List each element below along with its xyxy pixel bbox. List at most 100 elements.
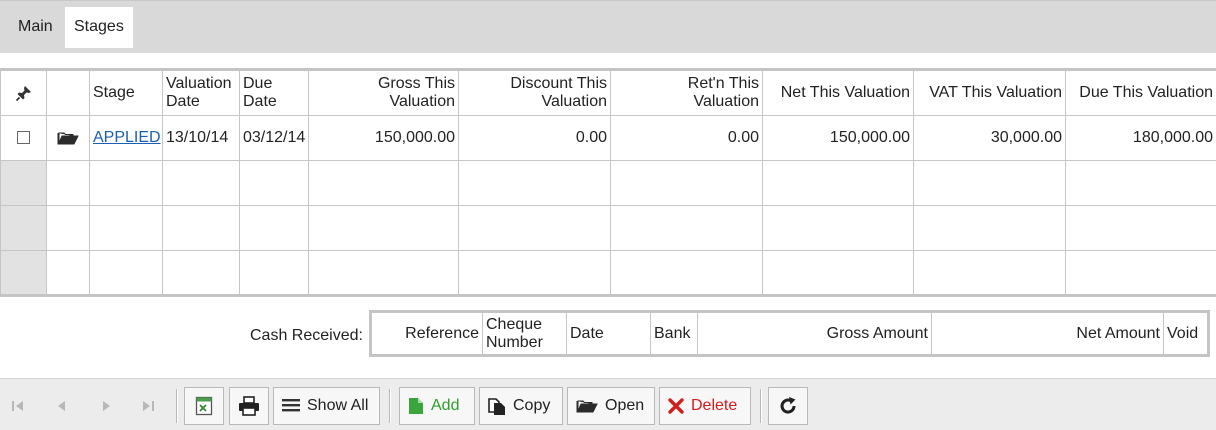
col-gross-amount[interactable]: Gross Amount: [697, 311, 932, 356]
empty-cell: [46, 160, 90, 206]
empty-cell: [239, 205, 309, 251]
tab-stages[interactable]: Stages: [65, 7, 133, 48]
delete-x-icon: [668, 398, 684, 414]
refresh-button[interactable]: [768, 387, 808, 425]
discount-cell: 0.00: [458, 115, 611, 161]
empty-cell: [308, 250, 459, 296]
col-due-date[interactable]: Due Date: [239, 69, 309, 116]
list-icon: [282, 399, 300, 412]
col-void[interactable]: Void: [1163, 311, 1209, 356]
excel-export-icon: [195, 396, 213, 416]
row-checkbox[interactable]: [17, 131, 30, 145]
empty-cell: [308, 160, 459, 206]
col-retention[interactable]: Ret'n This Valuation: [610, 69, 763, 116]
first-record-icon[interactable]: [8, 399, 28, 419]
empty-cell: [762, 250, 914, 296]
empty-cell: [162, 160, 240, 206]
col-net-amount[interactable]: Net Amount: [931, 311, 1164, 356]
empty-cell: [162, 250, 240, 296]
row-selector: [0, 160, 47, 206]
row-selector: [0, 250, 47, 296]
net-cell: 150,000.00: [762, 115, 914, 161]
due-date-cell: 03/12/14: [239, 115, 309, 161]
add-button[interactable]: Add: [399, 387, 475, 425]
col-vat[interactable]: VAT This Valuation: [913, 69, 1066, 116]
col-gross[interactable]: Gross This Valuation: [308, 69, 459, 116]
empty-cell: [913, 250, 1066, 296]
empty-cell: [239, 250, 309, 296]
show-all-label: Show All: [307, 397, 369, 414]
col-stage[interactable]: Stage: [89, 69, 163, 116]
folder-open-icon: [576, 400, 598, 413]
empty-cell: [89, 205, 163, 251]
table-row[interactable]: APPLIED 13/10/14 03/12/14 150,000.00 0.0…: [0, 115, 1216, 161]
empty-cell: [46, 205, 90, 251]
cash-received-label: Cash Received:: [250, 327, 363, 344]
pin-icon: [15, 85, 31, 102]
col-bank[interactable]: Bank: [650, 311, 698, 356]
empty-cell: [762, 160, 914, 206]
empty-cell: [458, 205, 611, 251]
empty-cell: [1065, 160, 1216, 206]
icon-column-header: [46, 69, 90, 116]
empty-cell: [1065, 250, 1216, 296]
valuation-date-cell: 13/10/14: [162, 115, 240, 161]
add-label: Add: [431, 397, 460, 414]
vat-cell: 30,000.00: [913, 115, 1066, 161]
print-button[interactable]: [229, 387, 269, 425]
empty-cell: [458, 250, 611, 296]
tab-main[interactable]: Main: [9, 7, 62, 48]
stages-grid: Stage Valuation Date Due Date Gross This…: [0, 68, 1216, 297]
tab-bar: Main Stages: [0, 0, 1216, 53]
pin-column-header[interactable]: [0, 69, 47, 116]
col-discount[interactable]: Discount This Valuation: [458, 69, 611, 116]
copy-label: Copy: [513, 397, 551, 414]
row-open-cell[interactable]: [46, 115, 90, 161]
empty-cell: [610, 250, 763, 296]
cash-received-grid: Reference Cheque Number Date Bank Gross …: [369, 310, 1210, 357]
empty-row: [0, 205, 1216, 251]
last-record-icon[interactable]: [138, 399, 158, 419]
empty-cell: [458, 160, 611, 206]
next-record-icon[interactable]: [96, 399, 116, 419]
print-icon: [239, 396, 259, 416]
delete-button[interactable]: Delete: [659, 387, 751, 425]
copy-icon: [488, 398, 505, 415]
toolbar-separator: [389, 389, 391, 423]
folder-open-icon[interactable]: [57, 130, 79, 146]
copy-button[interactable]: Copy: [479, 387, 563, 425]
stage-link[interactable]: APPLIED: [93, 129, 161, 146]
row-select-cell: [0, 115, 47, 161]
empty-cell: [913, 160, 1066, 206]
export-excel-button[interactable]: [184, 387, 224, 425]
col-reference[interactable]: Reference: [370, 311, 483, 356]
empty-cell: [762, 205, 914, 251]
col-cheque-number[interactable]: Cheque Number: [482, 311, 567, 356]
grid-header-row: Stage Valuation Date Due Date Gross This…: [0, 69, 1216, 116]
bottom-toolbar: Show All Add Copy Open Delete: [0, 378, 1216, 430]
cash-header-row: Reference Cheque Number Date Bank Gross …: [370, 311, 1209, 356]
retention-cell: 0.00: [610, 115, 763, 161]
toolbar-separator: [176, 389, 178, 423]
delete-label: Delete: [691, 397, 738, 414]
col-net[interactable]: Net This Valuation: [762, 69, 914, 116]
col-due[interactable]: Due This Valuation: [1065, 69, 1216, 116]
empty-cell: [610, 160, 763, 206]
gross-cell: 150,000.00: [308, 115, 459, 161]
col-date[interactable]: Date: [566, 311, 651, 356]
refresh-icon: [780, 397, 796, 414]
show-all-button[interactable]: Show All: [273, 387, 380, 425]
col-valuation-date[interactable]: Valuation Date: [162, 69, 240, 116]
toolbar-separator: [760, 389, 762, 423]
empty-cell: [162, 205, 240, 251]
empty-cell: [89, 160, 163, 206]
empty-cell: [610, 205, 763, 251]
empty-cell: [46, 250, 90, 296]
empty-row: [0, 250, 1216, 296]
empty-cell: [89, 250, 163, 296]
open-button[interactable]: Open: [567, 387, 655, 425]
empty-row: [0, 160, 1216, 206]
previous-record-icon[interactable]: [52, 399, 72, 419]
new-document-icon: [409, 398, 423, 414]
due-cell: 180,000.00: [1065, 115, 1216, 161]
